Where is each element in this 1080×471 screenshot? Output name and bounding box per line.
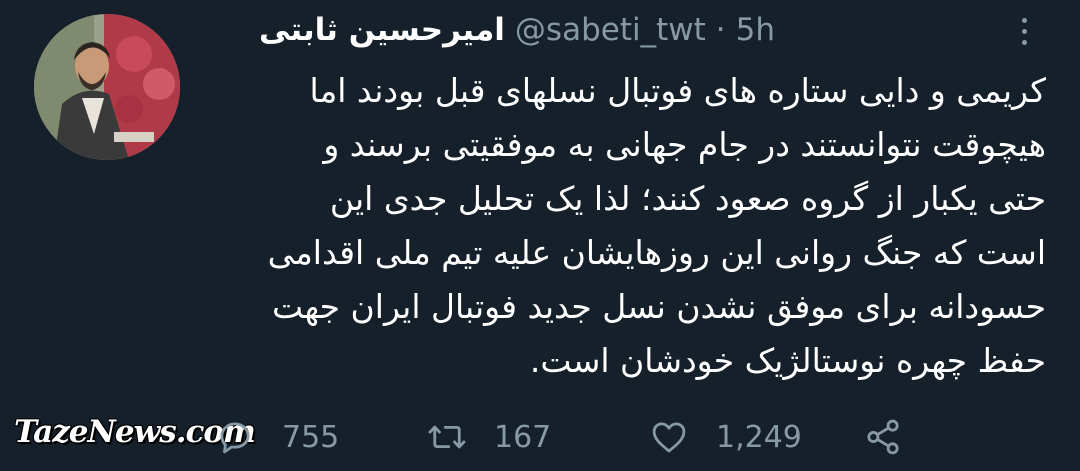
reply-button[interactable]: 755 [214, 416, 339, 458]
share-button[interactable] [862, 416, 904, 458]
reply-count: 755 [282, 419, 340, 455]
timestamp[interactable]: 5h [736, 12, 775, 48]
tweet-text-line: حسودانه برای موفق نشدن نسل جدید فوتبال ا… [272, 287, 1046, 326]
tweet-text-line: کریمی و دایی ستاره های فوتبال نسلهای قبل… [309, 71, 1046, 110]
avatar-photo [34, 14, 180, 160]
more-icon[interactable] [1012, 12, 1036, 56]
retweet-count: 167 [494, 419, 552, 455]
separator-dot: · [715, 12, 726, 48]
display-name[interactable]: امیرحسین ثابتی [259, 12, 505, 48]
avatar[interactable] [34, 14, 180, 160]
like-icon [652, 422, 686, 453]
user-handle[interactable]: @sabeti_twt [515, 12, 706, 48]
retweet-button[interactable]: 167 [426, 416, 551, 458]
tweet-text: کریمی و دایی ستاره های فوتبال نسلهای قبل… [206, 64, 1046, 388]
tweet-header: امیرحسین ثابتی @sabeti_twt · 5h [259, 12, 775, 48]
reply-icon [220, 422, 250, 454]
like-count: 1,249 [716, 419, 802, 455]
like-button[interactable]: 1,249 [648, 416, 802, 458]
tweet-text-line: است که جنگ روانی این روزهایشان علیه تیم … [267, 233, 1046, 272]
tweet-text-line: حتی یکبار از گروه صعود کنند؛ لذا یک تحلی… [329, 179, 1046, 218]
retweet-icon [428, 425, 466, 449]
share-icon [867, 419, 899, 455]
tweet[interactable]: امیرحسین ثابتی @sabeti_twt · 5h کریمی و … [0, 0, 1080, 471]
tweet-text-line: هیچوقت نتوانستند در جام جهانی به موفقیتی… [323, 125, 1046, 164]
tweet-text-line: حفظ چهره نوستالژیک خودشان است. [529, 341, 1046, 380]
